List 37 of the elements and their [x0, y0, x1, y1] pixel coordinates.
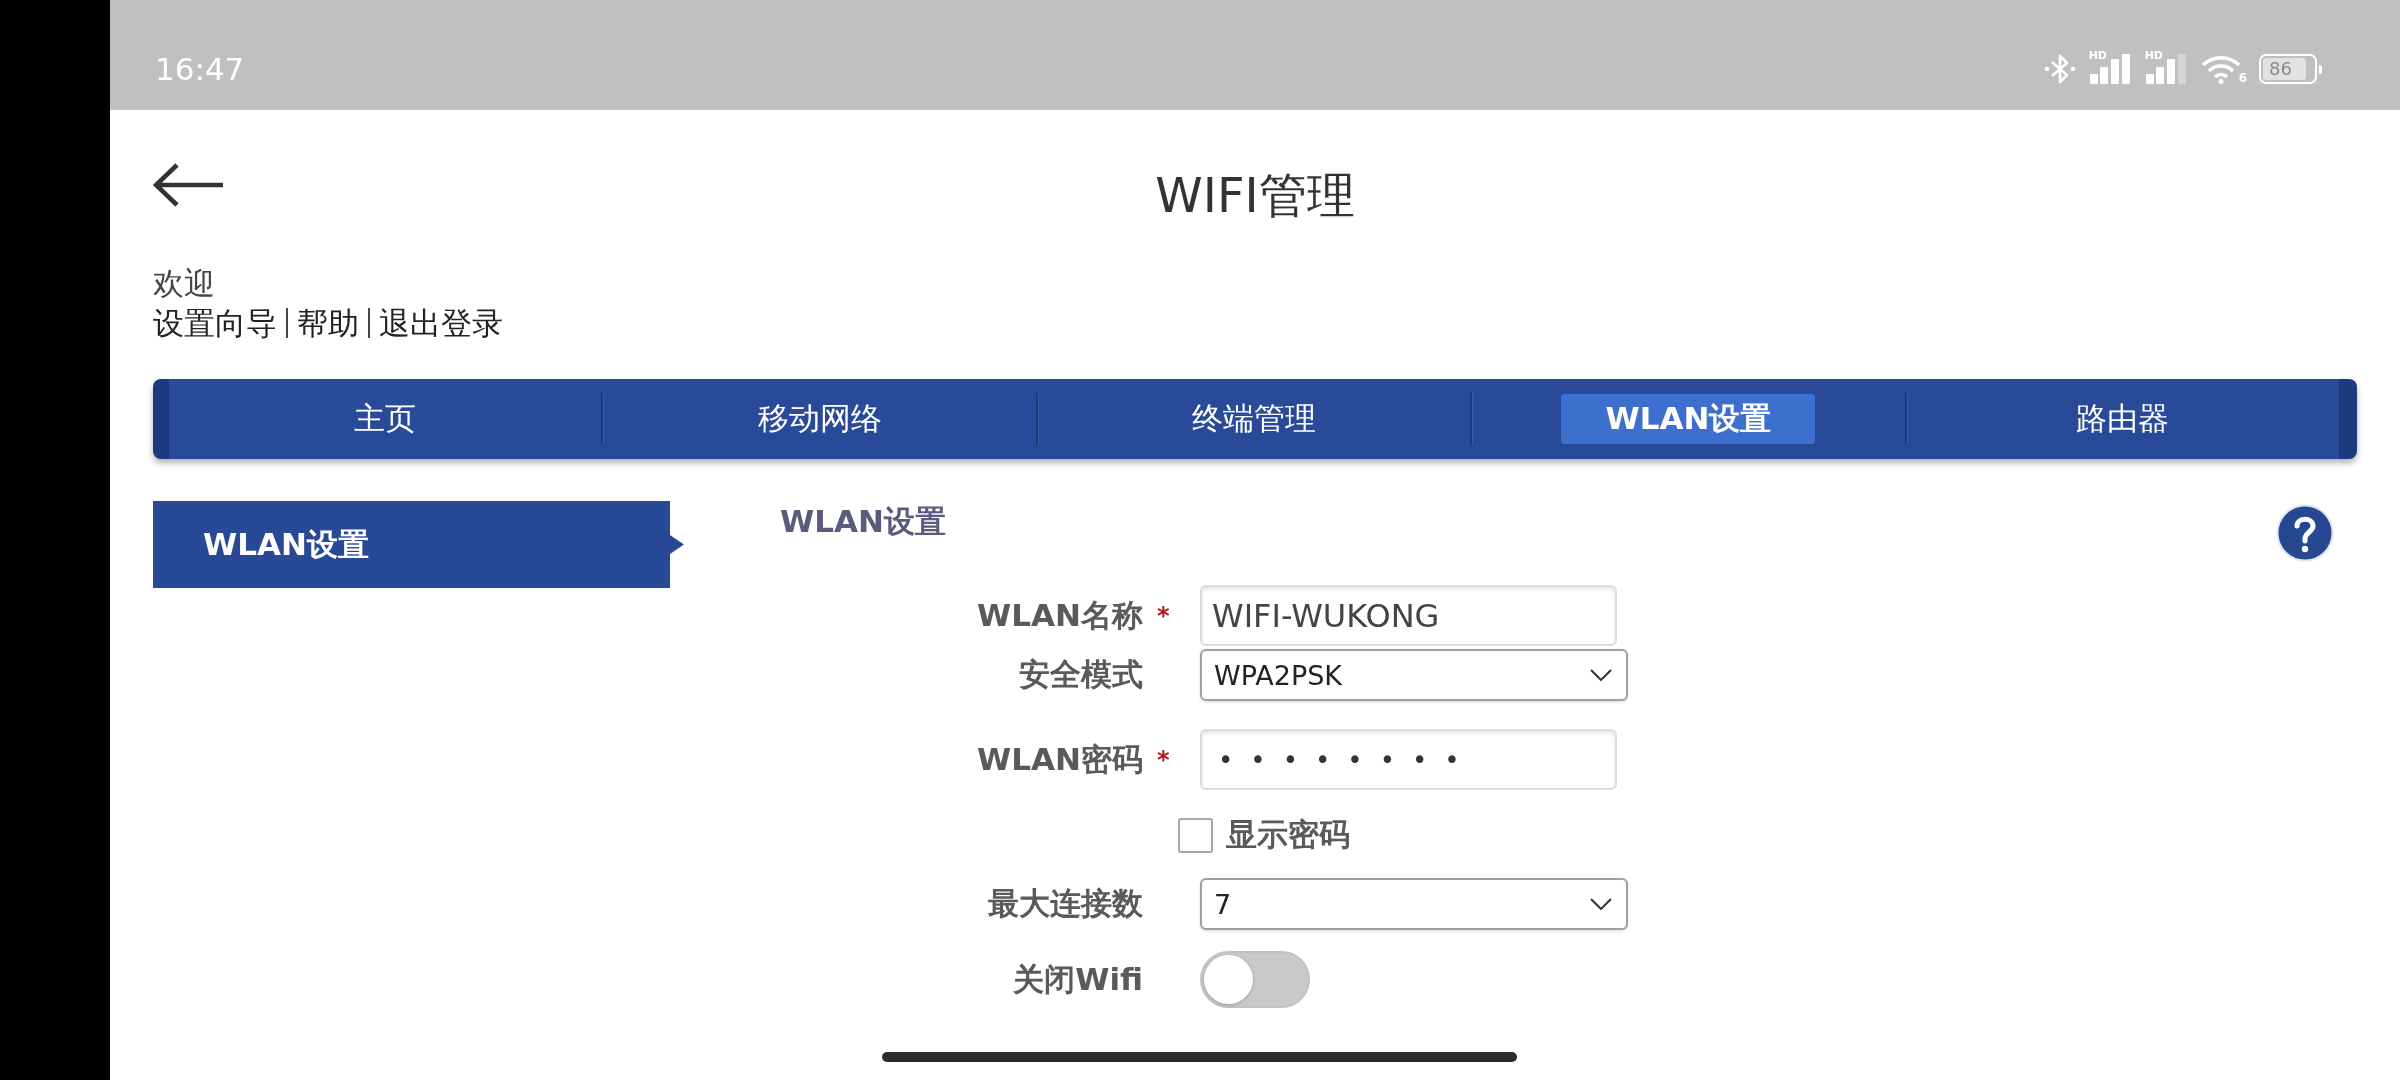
network-type-label: HD	[2144, 50, 2163, 62]
status-time: 16:47	[155, 51, 245, 87]
sidebar-item[interactable]: WLAN设置	[153, 501, 684, 588]
dropdown[interactable]: WPA2PSK	[1200, 649, 1628, 701]
help-icon[interactable]	[2276, 504, 2334, 562]
required-mark: *	[1157, 745, 1170, 774]
header-link[interactable]: 退出登录	[379, 303, 503, 343]
bluetooth-icon	[2042, 52, 2077, 86]
header-link[interactable]: 设置向导	[153, 303, 277, 343]
dropdown[interactable]: 7	[1200, 878, 1628, 930]
nav-tab[interactable]: 终端管理	[1148, 394, 1360, 444]
page-title: WIFI管理	[1155, 166, 1355, 225]
input-field[interactable]: WIFI-WUKONG	[1200, 585, 1617, 646]
checkbox-label: 显示密码	[1226, 815, 1350, 854]
chevron-down-icon	[1590, 669, 1612, 681]
nav-tab[interactable]: WLAN设置	[1561, 394, 1816, 444]
field-label: 安全模式	[1018, 655, 1143, 694]
nav-tab[interactable]: 主页	[310, 394, 461, 444]
chevron-down-icon	[1590, 898, 1612, 910]
nav-tab[interactable]: 移动网络	[713, 394, 926, 444]
back-arrow-icon[interactable]	[153, 162, 225, 208]
required-mark: *	[1157, 601, 1170, 630]
network-type-label: HD	[2088, 50, 2107, 62]
welcome-text: 欢迎	[153, 264, 216, 303]
header-link[interactable]: 帮助	[297, 303, 359, 343]
wifi-standard-label: 6	[2238, 72, 2247, 84]
nav-tab[interactable]: 路由器	[2032, 394, 2214, 444]
checkbox[interactable]	[1178, 817, 1213, 853]
wifi-icon	[2200, 54, 2241, 84]
password-field[interactable]: ••••••••	[1200, 729, 1617, 790]
battery-indicator: 86	[2259, 54, 2322, 84]
field-label: WLAN名称	[976, 595, 1143, 635]
toggle-switch[interactable]	[1200, 951, 1310, 1008]
section-title: WLAN设置	[780, 502, 946, 541]
field-label: WLAN密码	[976, 739, 1143, 779]
field-label: 最大连接数	[987, 884, 1143, 923]
field-label: 关闭Wifi	[1012, 959, 1143, 999]
